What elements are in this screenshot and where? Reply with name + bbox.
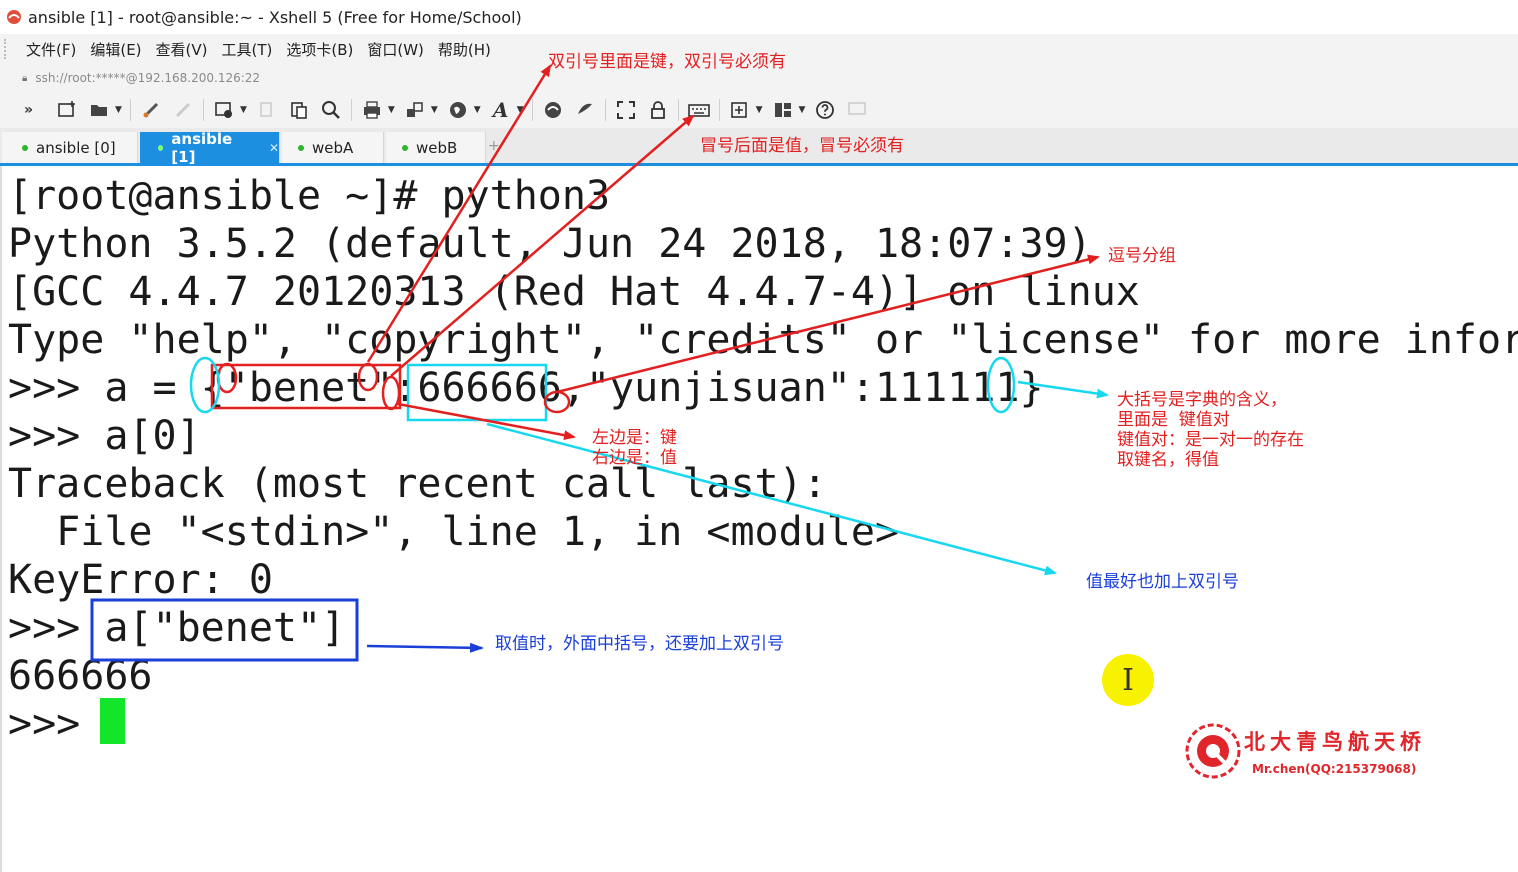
title-bar: ansible [1] - root@ansible:~ - Xshell 5 …: [0, 0, 1518, 35]
menu-edit[interactable]: 编辑(E): [88, 39, 143, 60]
terminal-line: >>> a = {"benet":666666,"yunjisuan":1111…: [8, 365, 1044, 411]
toolbar-overflow-icon[interactable]: »: [24, 102, 33, 118]
terminal-line: >>> a["benet"]: [8, 605, 346, 651]
toolbar-separator: [718, 99, 720, 121]
print-dropdown-icon[interactable]: ▼: [388, 105, 395, 115]
globe-dropdown-icon[interactable]: ▼: [474, 105, 481, 115]
tab-label: webB: [416, 138, 458, 157]
toolbar-separator: [350, 99, 352, 121]
font-dropdown-icon[interactable]: ▼: [517, 105, 524, 115]
properties-icon[interactable]: [212, 98, 236, 122]
fullscreen-icon[interactable]: [614, 98, 638, 122]
new-tab-dropdown-icon[interactable]: ▼: [756, 105, 763, 115]
watermark-contact: Mr.chen(QQ:215379068): [1252, 762, 1417, 776]
menu-grip-icon: [4, 39, 14, 59]
annotation-colon: 冒号后面是值，冒号必须有: [700, 136, 904, 156]
font-icon[interactable]: A: [489, 98, 513, 122]
terminal-cursor: [100, 698, 125, 744]
annotation-lookup: 取值时，外面中括号，还要加上双引号: [495, 634, 784, 654]
terminal-line: >>> a[0]: [8, 413, 201, 459]
annotation-comma: 逗号分组: [1108, 246, 1176, 266]
tab-webb[interactable]: webB: [386, 132, 486, 163]
connected-dot-icon: [402, 144, 408, 151]
menu-view[interactable]: 查看(V): [154, 39, 210, 60]
keyboard-icon[interactable]: [687, 98, 711, 122]
toolbar: » ▼ ▼ ▼ ▼ ▼ A ▼ ▼ ▼: [0, 92, 1518, 128]
add-tab-icon[interactable]: +: [488, 138, 500, 154]
session-address[interactable]: ssh://root:*****@192.168.200.126:22: [35, 71, 260, 85]
terminal-line: 666666: [8, 653, 153, 699]
chat-icon[interactable]: [845, 98, 869, 122]
menu-tools[interactable]: 工具(T): [220, 39, 275, 60]
tab-ansible-0[interactable]: ansible [0]: [2, 132, 138, 163]
tab-ansible-1[interactable]: ansible [1] ✕: [140, 129, 280, 166]
open-dropdown-icon[interactable]: ▼: [115, 105, 122, 115]
annotation-value-quotes: 值最好也加上双引号: [1086, 572, 1239, 592]
layout-dropdown-icon[interactable]: ▼: [799, 105, 806, 115]
menu-tabs[interactable]: 选项卡(B): [284, 39, 355, 60]
layout-icon[interactable]: [771, 98, 795, 122]
watermark-logo: 北大青鸟航天桥 Mr.chen(QQ:215379068): [1184, 718, 1444, 784]
toolbar-separator: [202, 99, 204, 121]
watermark-emblem-icon: [1185, 723, 1241, 779]
tab-weba[interactable]: webA: [282, 132, 384, 163]
properties-dropdown-icon[interactable]: ▼: [240, 105, 247, 115]
terminal-line: Type "help", "copyright", "credits" or "…: [8, 317, 1518, 363]
disconnect-icon[interactable]: [171, 98, 195, 122]
connected-dot-icon: [158, 144, 164, 151]
print-icon[interactable]: [360, 98, 384, 122]
terminal-line: Traceback (most recent call last):: [8, 461, 827, 507]
menu-file[interactable]: 文件(F): [24, 39, 78, 60]
globe-icon[interactable]: [446, 98, 470, 122]
tab-label: webA: [312, 138, 354, 157]
terminal-line: >>>: [8, 701, 105, 747]
toolbar-separator: [531, 99, 533, 121]
tab-close-icon[interactable]: ✕: [269, 141, 279, 155]
paste-icon[interactable]: [287, 98, 311, 122]
window-title: ansible [1] - root@ansible:~ - Xshell 5 …: [28, 7, 522, 27]
toolbar-separator: [129, 99, 131, 121]
reconnect-icon[interactable]: [139, 98, 163, 122]
new-session-icon[interactable]: [55, 98, 79, 122]
terminal-line: [GCC 4.4.7 20120313 (Red Hat 4.4.7-4)] o…: [8, 269, 1140, 315]
terminal-line: File "<stdin>", line 1, in <module>: [8, 509, 900, 555]
terminal-line: [root@ansible ~]# python3: [8, 173, 611, 219]
toolbar-separator: [604, 99, 606, 121]
lock-icon: 🔒︎: [22, 72, 28, 84]
mouse-pointer-highlight: I: [1102, 654, 1154, 706]
help-icon[interactable]: [813, 98, 837, 122]
find-icon[interactable]: [319, 98, 343, 122]
tab-label: ansible [1]: [171, 129, 233, 166]
lock-screen-icon[interactable]: [646, 98, 670, 122]
watermark-name: 北大青鸟航天桥: [1244, 730, 1426, 754]
script-icon[interactable]: [541, 98, 565, 122]
new-tab-icon[interactable]: [728, 98, 752, 122]
terminal-line: Python 3.5.2 (default, Jun 24 2018, 18:0…: [8, 221, 1092, 267]
xshell-app-icon: [7, 10, 21, 24]
transfer-dropdown-icon[interactable]: ▼: [431, 105, 438, 115]
annotation-braces: 大括号是字典的含义， 里面是 键值对 键值对：是一对一的存在 取键名，得值: [1117, 390, 1304, 470]
toolbar-separator: [677, 99, 679, 121]
copy-icon[interactable]: [255, 98, 279, 122]
tab-label: ansible [0]: [36, 138, 116, 157]
transfer-icon[interactable]: [403, 98, 427, 122]
open-folder-icon[interactable]: [87, 98, 111, 122]
menu-help[interactable]: 帮助(H): [436, 39, 493, 60]
annotation-quotes: 双引号里面是键，双引号必须有: [548, 52, 786, 72]
terminal-line: KeyError: 0: [8, 557, 273, 603]
compose-icon[interactable]: [573, 98, 597, 122]
connected-dot-icon: [22, 144, 28, 151]
annotation-key-value: 左边是：键 右边是：值: [592, 428, 677, 468]
connected-dot-icon: [298, 144, 304, 151]
menu-window[interactable]: 窗口(W): [365, 39, 426, 60]
